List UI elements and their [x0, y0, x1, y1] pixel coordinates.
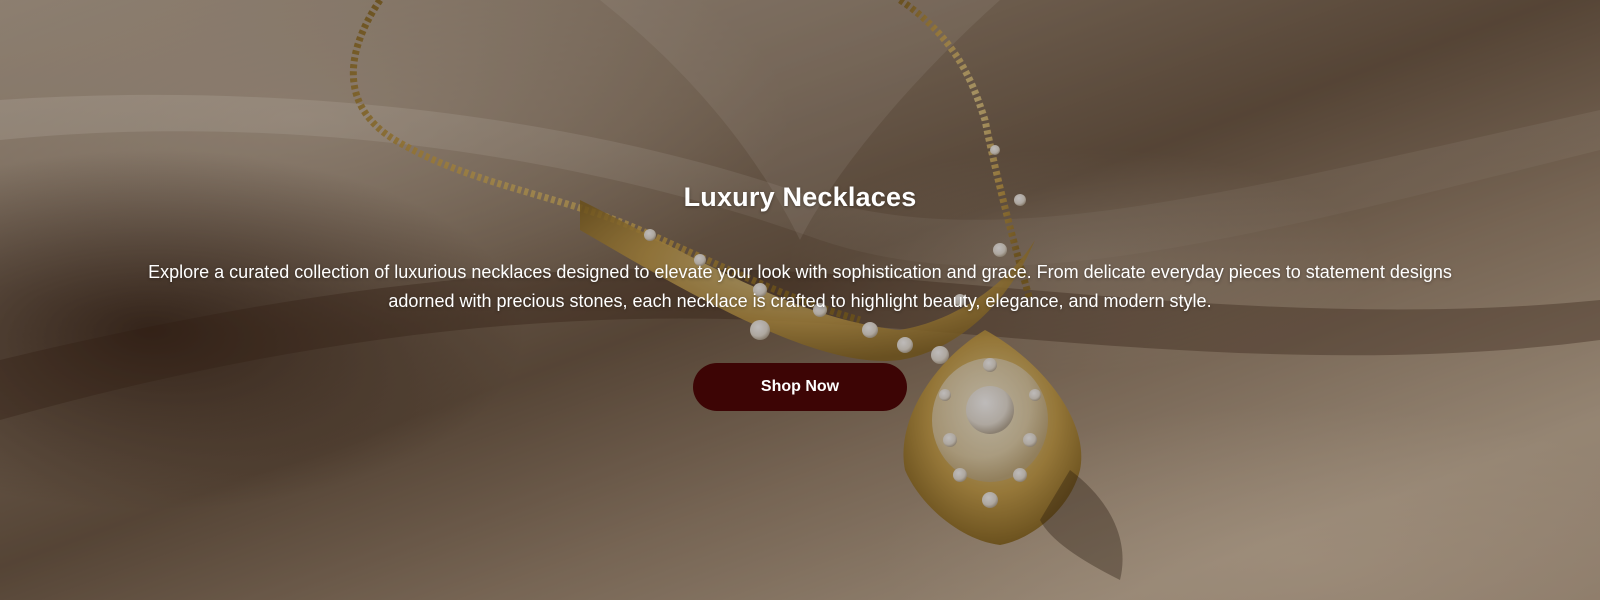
hero-title: Luxury Necklaces: [683, 182, 917, 212]
hero-content: Luxury Necklaces Explore a curated colle…: [0, 0, 1600, 600]
hero-banner: Luxury Necklaces Explore a curated colle…: [0, 0, 1600, 600]
shop-now-button[interactable]: Shop Now: [693, 363, 907, 411]
hero-description: Explore a curated collection of luxuriou…: [148, 262, 1452, 311]
